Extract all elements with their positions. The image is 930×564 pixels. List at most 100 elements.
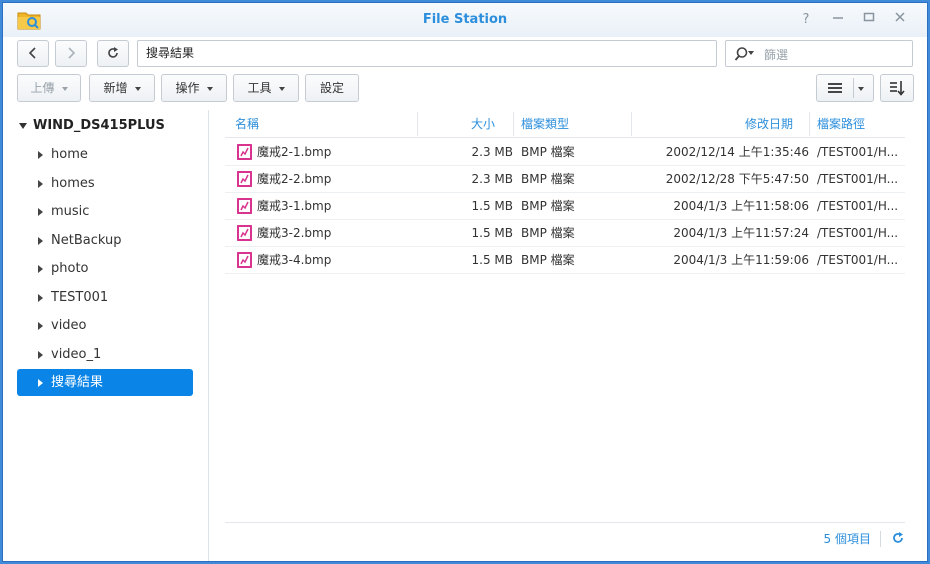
navigation-bar: 搜尋結果 篩選 [3, 37, 927, 71]
sidebar-item-label: TEST001 [51, 289, 109, 305]
view-mode-button[interactable] [816, 74, 874, 102]
new-button[interactable]: 新增 [89, 74, 155, 102]
table-row[interactable]: 魔戒3-4.bmp 1.5 MB BMP 檔案 2004/1/3 上午11:59:06… [225, 247, 905, 274]
file-list: 名稱 大小 檔案類型 修改日期 檔案路徑 魔戒2-1.bmp 2.3 MB BMP … [225, 110, 905, 525]
minimize-icon[interactable] [829, 11, 847, 29]
column-divider[interactable] [809, 112, 810, 136]
sort-button[interactable] [880, 74, 914, 102]
column-header-path[interactable]: 檔案路徑 [817, 110, 865, 138]
image-file-icon [237, 198, 252, 214]
chevron-down-icon [61, 86, 68, 91]
sidebar-item-label: home [51, 147, 88, 162]
divider [880, 531, 881, 547]
sidebar-item-label: 搜尋結果 [51, 375, 104, 390]
chevron-right-icon [38, 350, 43, 359]
chevron-right-icon [38, 293, 43, 302]
chevron-right-icon [38, 208, 43, 216]
chevron-down-icon [858, 87, 864, 91]
file-path: /TEST001/H... [817, 172, 899, 186]
tree-root-nas[interactable]: WIND_DS415PLUS [19, 118, 165, 133]
chevron-left-icon [28, 47, 36, 59]
image-file-icon [237, 171, 252, 187]
status-bar: 5 個項目 [225, 522, 905, 552]
chevron-right-icon [38, 151, 43, 159]
sidebar-item-label: photo [51, 261, 89, 276]
tools-button[interactable]: 工具 [233, 74, 299, 102]
folder-tree: WIND_DS415PLUS home homes music NetBackup ph… [3, 110, 209, 561]
file-modified: 2004/1/3 上午11:58:06 [673, 199, 809, 213]
settings-button[interactable]: 設定 [305, 74, 359, 102]
image-file-icon [237, 252, 252, 268]
refresh-button[interactable] [97, 40, 129, 67]
file-size: 1.5 MB [471, 199, 513, 213]
chevron-right-icon [38, 179, 43, 188]
file-name: 魔戒3-2.bmp [257, 226, 332, 240]
sidebar-item--[interactable]: 搜尋結果 [17, 369, 193, 396]
file-type: BMP 檔案 [521, 226, 575, 240]
table-row[interactable]: 魔戒3-1.bmp 1.5 MB BMP 檔案 2004/1/3 上午11:58:06… [225, 193, 905, 220]
sidebar-item-home[interactable]: home [17, 141, 193, 168]
action-button[interactable]: 操作 [161, 74, 227, 102]
file-type: BMP 檔案 [521, 253, 575, 267]
column-divider[interactable] [513, 112, 514, 136]
table-row[interactable]: 魔戒2-2.bmp 2.3 MB BMP 檔案 2002/12/28 下午5:47:5… [225, 166, 905, 193]
sidebar-item-music[interactable]: music [17, 198, 193, 225]
close-icon[interactable] [891, 11, 909, 29]
sidebar-item-homes[interactable]: homes [17, 170, 193, 197]
file-path: /TEST001/H... [817, 199, 899, 213]
path-field[interactable]: 搜尋結果 [137, 40, 717, 67]
sidebar-item-test001[interactable]: TEST001 [17, 284, 193, 311]
table-row[interactable]: 魔戒2-1.bmp 2.3 MB BMP 檔案 2002/12/14 上午1:35:4… [225, 139, 905, 166]
help-icon[interactable]: ? [797, 11, 815, 29]
column-header-size[interactable]: 大小 [417, 110, 495, 138]
item-count: 5 個項目 [823, 532, 871, 546]
sidebar-item-label: video [51, 318, 87, 333]
file-size: 2.3 MB [471, 145, 513, 159]
refresh-icon[interactable] [891, 531, 905, 545]
filter-search-field[interactable]: 篩選 [725, 40, 913, 67]
column-header-type[interactable]: 檔案類型 [521, 110, 569, 138]
sidebar-item-label: homes [51, 175, 95, 191]
file-type: BMP 檔案 [521, 199, 575, 213]
sidebar-item-label: music [51, 204, 90, 219]
sidebar-item-label: NetBackup [51, 232, 122, 248]
list-view-icon [828, 83, 842, 93]
table-row[interactable]: 魔戒3-2.bmp 1.5 MB BMP 檔案 2004/1/3 上午11:57:24… [225, 220, 905, 247]
file-path: /TEST001/H... [817, 226, 899, 240]
back-button[interactable] [17, 40, 49, 67]
forward-button[interactable] [55, 40, 87, 67]
chevron-right-icon [38, 236, 43, 245]
upload-button[interactable]: 上傳 [17, 74, 81, 102]
sidebar-item-netbackup[interactable]: NetBackup [17, 227, 193, 254]
file-type: BMP 檔案 [521, 145, 575, 159]
maximize-icon[interactable] [860, 11, 878, 29]
chevron-down-icon [134, 86, 141, 91]
sort-icon [890, 81, 905, 96]
file-type: BMP 檔案 [521, 172, 575, 186]
file-modified: 2002/12/28 下午5:47:50 [665, 172, 809, 186]
file-name: 魔戒3-4.bmp [257, 253, 332, 267]
file-station-window: File Station ? 搜尋結果 篩選 上傳 新增 操作 工具 設定 WI… [2, 2, 928, 562]
column-header-name[interactable]: 名稱 [235, 110, 259, 138]
title-bar: File Station ? [3, 3, 927, 37]
file-modified: 2004/1/3 上午11:59:06 [673, 253, 809, 267]
image-file-icon [237, 225, 252, 241]
chevron-right-icon [68, 47, 76, 59]
file-name: 魔戒3-1.bmp [257, 199, 332, 213]
file-modified: 2004/1/3 上午11:57:24 [673, 226, 809, 240]
sidebar-item-photo[interactable]: photo [17, 255, 193, 282]
sidebar-item-video[interactable]: video [17, 312, 193, 339]
sidebar-item-video-1[interactable]: video_1 [17, 341, 193, 368]
chevron-right-icon [38, 322, 43, 330]
column-header-modified[interactable]: 修改日期 [631, 110, 793, 138]
image-file-icon [237, 144, 252, 160]
chevron-down-icon [19, 122, 27, 129]
file-name: 魔戒2-2.bmp [257, 172, 332, 186]
chevron-down-icon [278, 86, 285, 91]
chevron-down-icon [748, 51, 754, 55]
chevron-right-icon [38, 379, 43, 387]
file-size: 1.5 MB [471, 226, 513, 240]
file-modified: 2002/12/14 上午1:35:46 [665, 145, 809, 159]
action-toolbar: 上傳 新增 操作 工具 設定 [3, 71, 927, 107]
file-path: /TEST001/H... [817, 253, 899, 267]
